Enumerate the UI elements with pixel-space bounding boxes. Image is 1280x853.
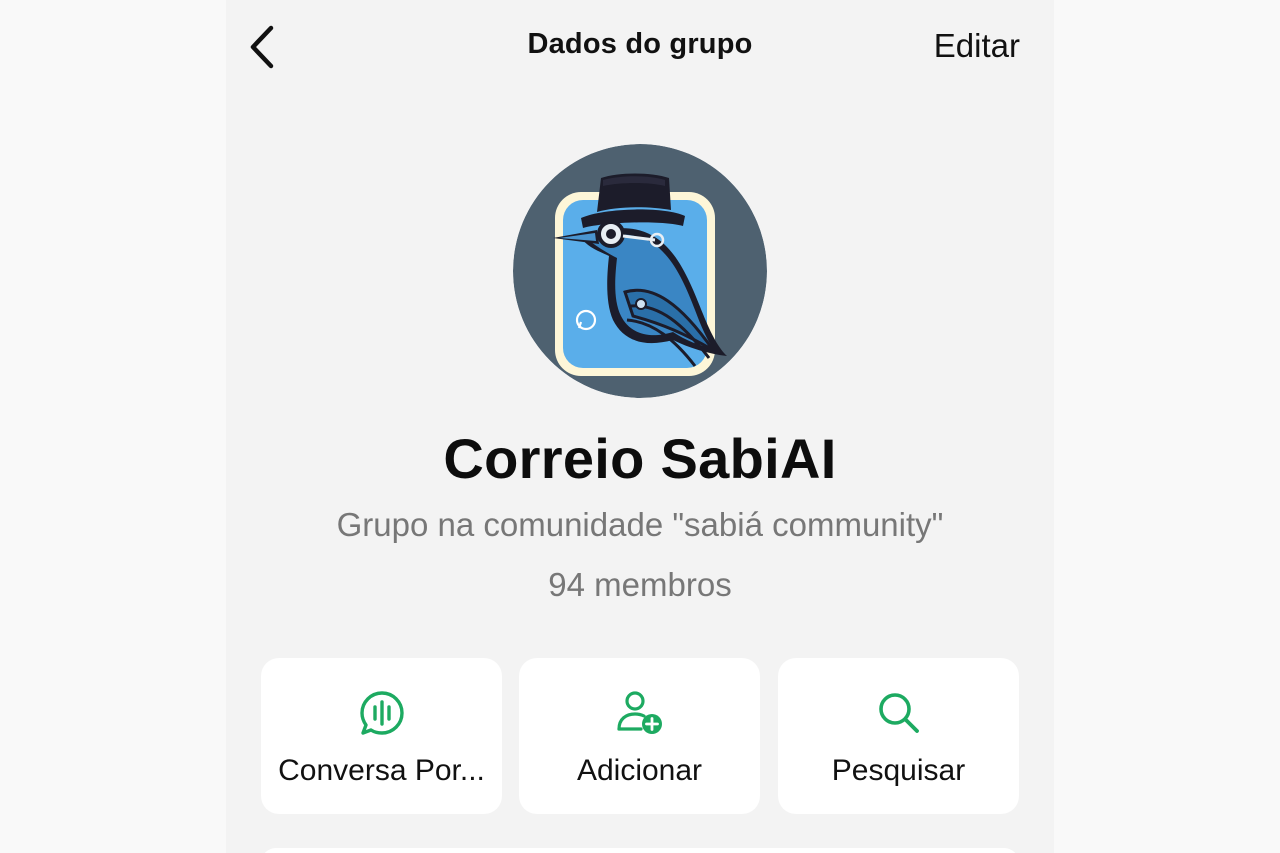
voice-chat-button[interactable]: Conversa Por... xyxy=(261,658,502,814)
group-name: Correio SabiAI xyxy=(443,427,837,490)
community-subtitle[interactable]: Grupo na comunidade "sabiá community" xyxy=(226,506,1054,544)
add-person-icon xyxy=(616,691,662,734)
add-member-button[interactable]: Adicionar xyxy=(519,658,760,814)
voice-chat-label: Conversa Por... xyxy=(278,754,485,787)
page-title: Dados do grupo xyxy=(527,28,753,60)
group-avatar[interactable] xyxy=(513,144,767,398)
bird-logo-image xyxy=(513,144,767,398)
navigation-bar: Dados do grupo Editar xyxy=(226,0,1054,95)
search-label: Pesquisar xyxy=(831,754,966,787)
next-section-card xyxy=(261,848,1019,853)
voice-chat-icon xyxy=(359,691,404,735)
search-icon xyxy=(878,693,919,733)
search-button[interactable]: Pesquisar xyxy=(778,658,1019,814)
group-info-screen: Dados do grupo Editar Correio SabiAI Gru… xyxy=(226,0,1054,853)
members-count: 94 membros xyxy=(548,566,732,603)
edit-button[interactable]: Editar xyxy=(934,27,1020,65)
add-member-label: Adicionar xyxy=(576,754,703,787)
